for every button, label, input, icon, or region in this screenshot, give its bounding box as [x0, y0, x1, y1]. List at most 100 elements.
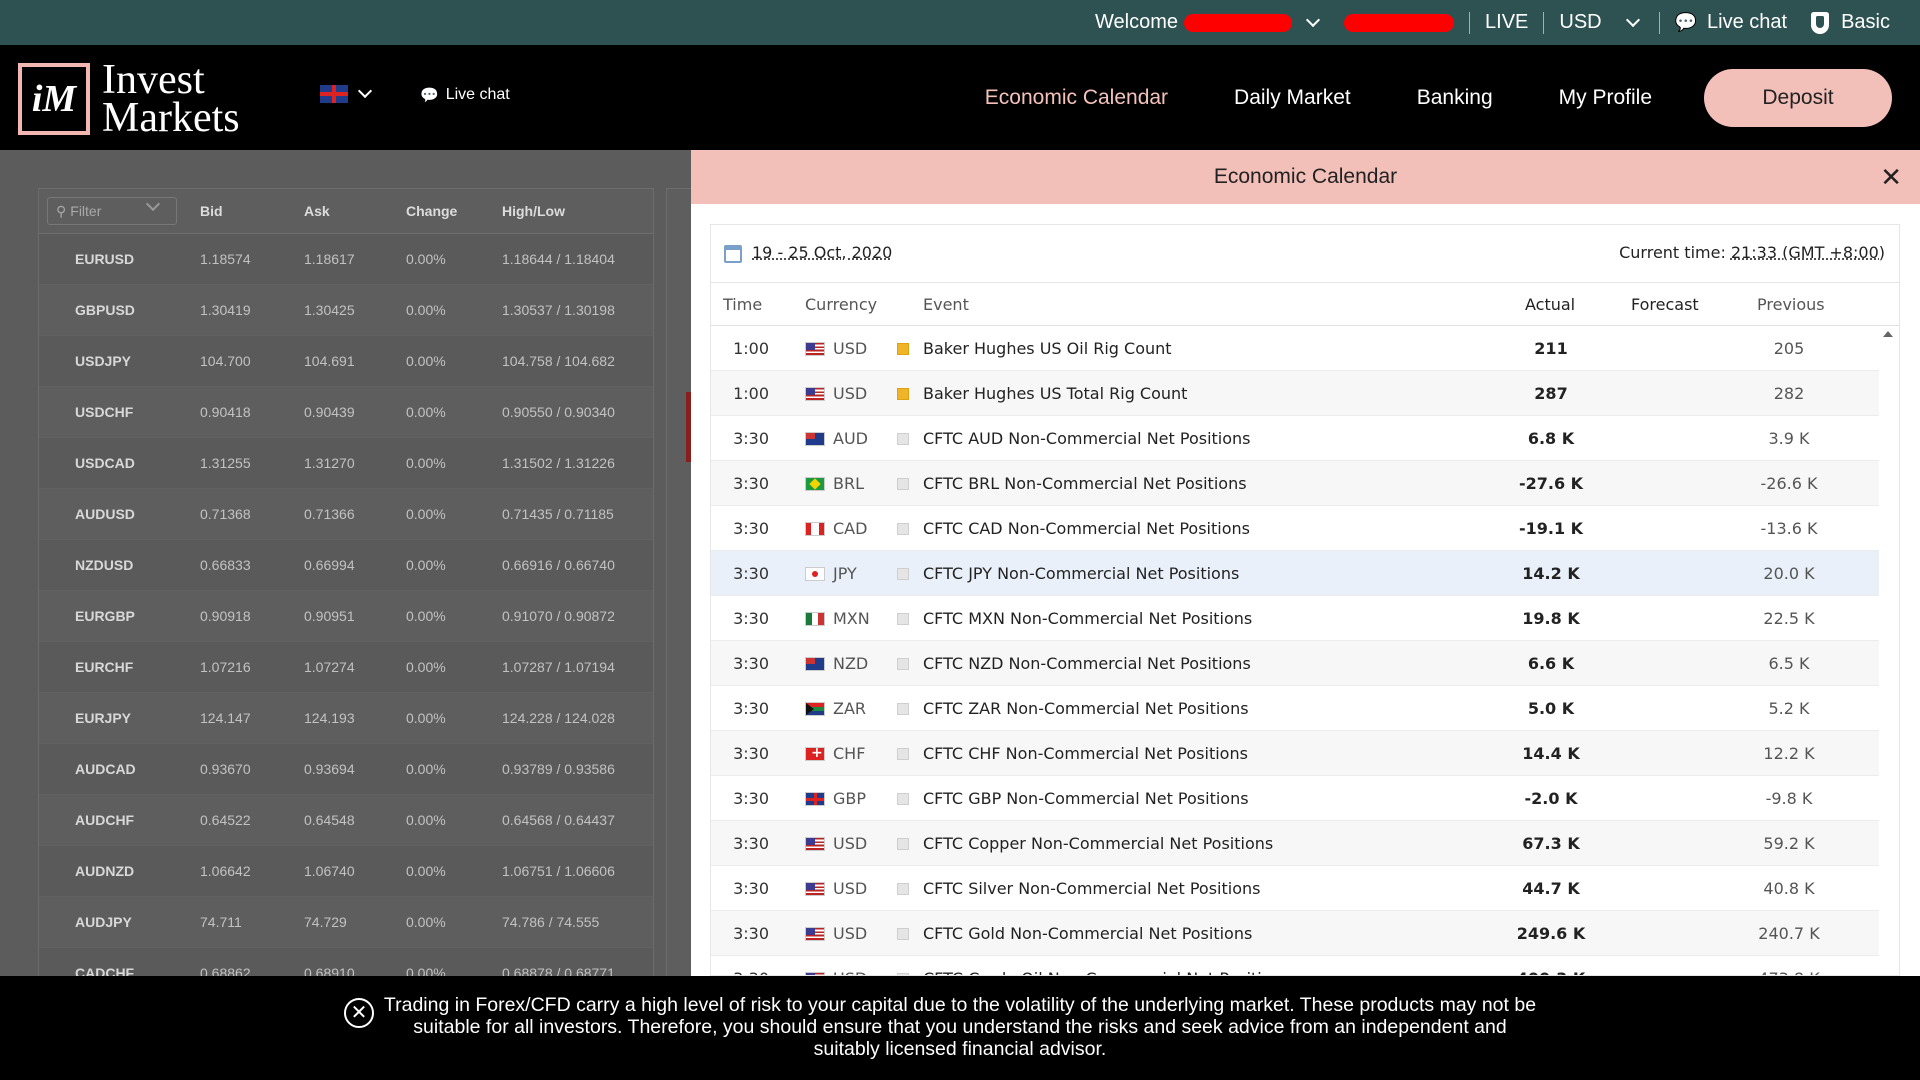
- quote-row[interactable]: USDJPY 104.700 104.691 0.00% 104.758 / 104.6…: [39, 336, 653, 387]
- chat-icon: 💬: [420, 87, 439, 104]
- quote-row[interactable]: USDCAD 1.31255 1.31270 0.00% 1.31502 / 1.312…: [39, 438, 653, 489]
- date-range-picker[interactable]: 19 - 25 Oct, 2020: [752, 243, 892, 262]
- quote-symbol: AUDNZD: [75, 863, 135, 879]
- logo[interactable]: iM Invest Markets: [18, 57, 240, 139]
- account-type[interactable]: Basic: [1811, 0, 1890, 45]
- quote-ask: 104.691: [304, 353, 355, 369]
- event-currency: USD: [833, 339, 868, 358]
- calendar-event-row[interactable]: 3:30 AUD CFTC AUD Non-Commercial Net Posit…: [711, 416, 1879, 461]
- event-actual: 6.8 K: [1527, 429, 1575, 448]
- timezone-selector[interactable]: 21:33 (GMT +8:00): [1731, 243, 1885, 262]
- quote-symbol: AUDUSD: [75, 506, 135, 522]
- calendar-event-row[interactable]: 3:30 GBP CFTC GBP Non-Commercial Net Posit…: [711, 776, 1879, 821]
- event-actual: 249.6 K: [1516, 924, 1586, 943]
- calendar-event-row[interactable]: 3:30 USD CFTC Silver Non-Commercial Net Po…: [711, 866, 1879, 911]
- usd-flag-icon: [805, 927, 825, 941]
- quote-row[interactable]: AUDCAD 0.93670 0.93694 0.00% 0.93789 / 0.935…: [39, 744, 653, 795]
- quote-ask: 124.193: [304, 710, 355, 726]
- importance-icon: [897, 748, 909, 760]
- quote-change: 0.00%: [406, 251, 446, 267]
- calendar-event-row[interactable]: 3:30 USD CFTC Crude Oil Non-Commercial Net…: [711, 956, 1879, 975]
- quote-row[interactable]: AUDJPY 74.711 74.729 0.00% 74.786 / 74.555: [39, 897, 653, 948]
- deposit-button[interactable]: Deposit: [1704, 69, 1892, 127]
- quote-ask: 0.90439: [304, 404, 355, 420]
- calendar-event-row[interactable]: 3:30 NZD CFTC NZD Non-Commercial Net Posit…: [711, 641, 1879, 686]
- event-currency: ZAR: [833, 699, 867, 718]
- usd-flag-icon: [805, 342, 825, 356]
- event-previous: 40.8 K: [1763, 879, 1815, 898]
- calendar-container: 19 - 25 Oct, 2020 Current time: 21:33 (G…: [710, 224, 1900, 976]
- event-previous: -9.8 K: [1765, 789, 1813, 808]
- calendar-event-row[interactable]: 3:30 ZAR CFTC ZAR Non-Commercial Net Posit…: [711, 686, 1879, 731]
- quote-high-low: 1.31502 / 1.31226: [502, 455, 615, 471]
- col-previous: Previous: [1757, 295, 1825, 314]
- logo-line-1: Invest: [102, 57, 205, 103]
- quote-row[interactable]: EURCHF 1.07216 1.07274 0.00% 1.07287 / 1.071…: [39, 642, 653, 693]
- quote-bid: 74.711: [200, 914, 242, 930]
- event-actual: -2.0 K: [1524, 789, 1578, 808]
- topbar-live-chat-link[interactable]: 💬 Live chat: [1675, 0, 1787, 45]
- nav-economic-calendar[interactable]: Economic Calendar: [985, 86, 1168, 110]
- quote-bid: 1.31255: [200, 455, 251, 471]
- filter-placeholder: Filter: [70, 203, 102, 219]
- importance-icon: [897, 388, 909, 400]
- event-time: 3:30: [733, 654, 769, 673]
- currency-select[interactable]: USD: [1559, 0, 1643, 45]
- quote-row[interactable]: AUDCHF 0.64522 0.64548 0.00% 0.64568 / 0.644…: [39, 795, 653, 846]
- nav-daily-market[interactable]: Daily Market: [1234, 86, 1351, 110]
- quote-row[interactable]: GBPUSD 1.30419 1.30425 0.00% 1.30537 / 1.301…: [39, 285, 653, 336]
- quote-high-low: 0.66916 / 0.66740: [502, 557, 615, 573]
- close-icon[interactable]: ✕: [344, 998, 374, 1028]
- event-actual: 14.2 K: [1522, 564, 1580, 583]
- quote-symbol: NZDUSD: [75, 557, 134, 573]
- usd-flag-icon: [805, 837, 825, 851]
- quote-symbol: USDCAD: [75, 455, 135, 471]
- language-select[interactable]: [320, 83, 376, 103]
- quote-row[interactable]: NZDUSD 0.66833 0.66994 0.00% 0.66916 / 0.667…: [39, 540, 653, 591]
- quote-row[interactable]: USDCHF 0.90418 0.90439 0.00% 0.90550 / 0.903…: [39, 387, 653, 438]
- logo-text: Invest Markets: [102, 57, 240, 139]
- risk-warning-banner: ✕ Trading in Forex/CFD carry a high leve…: [0, 976, 1920, 1080]
- quote-ask: 1.31270: [304, 455, 355, 471]
- quote-row[interactable]: EURUSD 1.18574 1.18617 0.00% 1.18644 / 1.184…: [39, 234, 653, 285]
- quote-row[interactable]: EURJPY 124.147 124.193 0.00% 124.228 / 124.0…: [39, 693, 653, 744]
- calendar-event-row[interactable]: 3:30 CHF CFTC CHF Non-Commercial Net Posit…: [711, 731, 1879, 776]
- usd-flag-icon: [805, 387, 825, 401]
- brl-flag-icon: [805, 477, 825, 491]
- event-name: CFTC Crude Oil Non-Commercial Net Positi…: [923, 969, 1290, 975]
- event-time: 3:30: [733, 609, 769, 628]
- welcome-menu[interactable]: Welcome: [1095, 0, 1324, 45]
- event-previous: 59.2 K: [1763, 834, 1815, 853]
- calendar-event-row[interactable]: 3:30 BRL CFTC BRL Non-Commercial Net Posit…: [711, 461, 1879, 506]
- event-actual: 67.3 K: [1522, 834, 1580, 853]
- calendar-event-row[interactable]: 3:30 MXN CFTC MXN Non-Commercial Net Posit…: [711, 596, 1879, 641]
- scroll-up-icon[interactable]: [1883, 331, 1893, 337]
- calendar-event-row[interactable]: 3:30 USD CFTC Copper Non-Commercial Net Po…: [711, 821, 1879, 866]
- event-actual: 5.0 K: [1527, 699, 1575, 718]
- quote-high-low: 0.91070 / 0.90872: [502, 608, 615, 624]
- quote-symbol: GBPUSD: [75, 302, 135, 318]
- calendar-event-row[interactable]: 3:30 USD CFTC Gold Non-Commercial Net Posi…: [711, 911, 1879, 956]
- col-event: Event: [923, 295, 969, 314]
- event-name: CFTC ZAR Non-Commercial Net Positions: [923, 699, 1249, 718]
- filter-input[interactable]: ⚲ Filter: [47, 196, 177, 225]
- quote-symbol: EURCHF: [75, 659, 134, 675]
- quote-row[interactable]: AUDNZD 1.06642 1.06740 0.00% 1.06751 / 1.066…: [39, 846, 653, 897]
- col-time: Time: [723, 295, 763, 314]
- header-live-chat-link[interactable]: 💬 Live chat: [420, 86, 510, 104]
- importance-icon: [897, 928, 909, 940]
- close-icon[interactable]: ✕: [1880, 164, 1902, 190]
- calendar-event-row[interactable]: 1:00 USD Baker Hughes US Total Rig Count 28…: [711, 371, 1879, 416]
- calendar-event-row[interactable]: 1:00 USD Baker Hughes US Oil Rig Count 211 2…: [711, 326, 1879, 371]
- quote-row[interactable]: AUDUSD 0.71368 0.71366 0.00% 0.71435 / 0.711…: [39, 489, 653, 540]
- shield-icon: [1811, 11, 1830, 34]
- calendar-event-row[interactable]: 3:30 JPY CFTC JPY Non-Commercial Net Posit…: [711, 551, 1879, 596]
- calendar-event-row[interactable]: 3:30 CAD CFTC CAD Non-Commercial Net Posit…: [711, 506, 1879, 551]
- importance-icon: [897, 613, 909, 625]
- calendar-icon: [724, 245, 742, 263]
- quote-row[interactable]: EURGBP 0.90918 0.90951 0.00% 0.91070 / 0.908…: [39, 591, 653, 642]
- nav-banking[interactable]: Banking: [1417, 86, 1493, 110]
- quote-high-low: 0.93789 / 0.93586: [502, 761, 615, 777]
- nav-my-profile[interactable]: My Profile: [1559, 86, 1652, 110]
- event-currency: USD: [833, 879, 868, 898]
